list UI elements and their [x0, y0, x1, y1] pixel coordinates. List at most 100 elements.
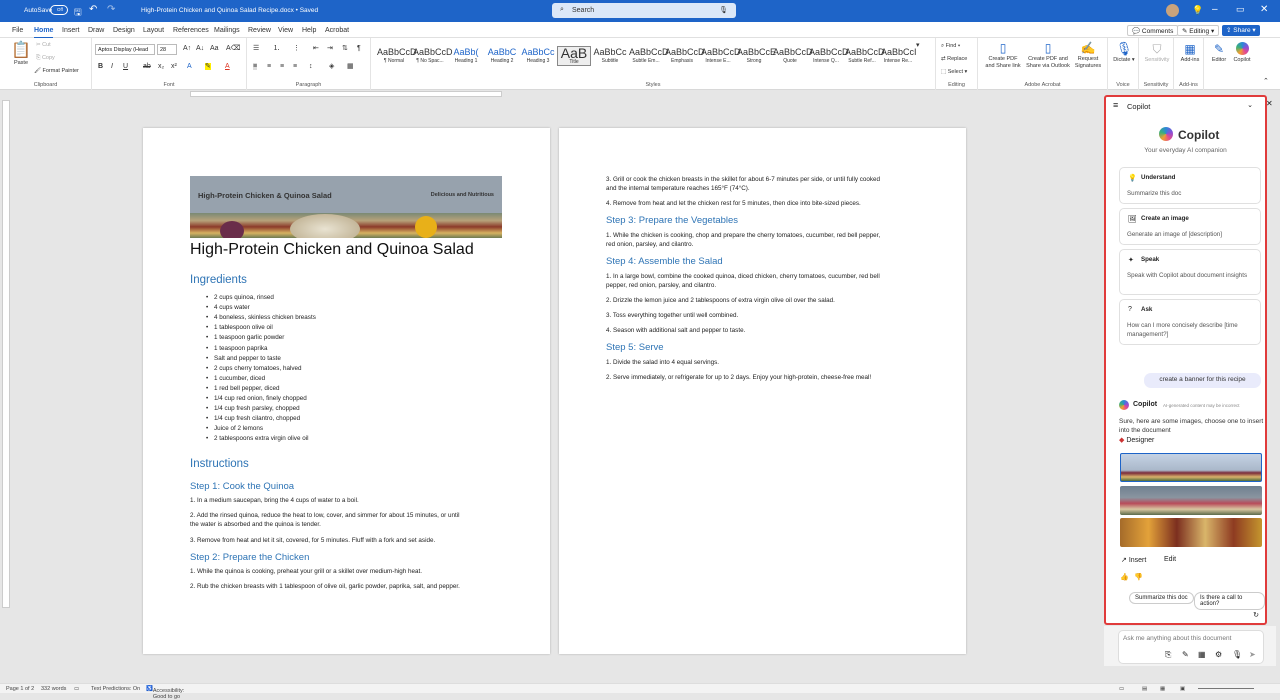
show-marks-icon[interactable]: ¶ — [357, 45, 361, 52]
thumbs-up-icon[interactable]: 👍 — [1120, 573, 1129, 581]
numbering-icon[interactable]: ⒈ — [273, 45, 280, 52]
sensitivity-button[interactable]: ⛉ Sensitivity — [1142, 41, 1172, 64]
prompt-icon[interactable]: ✎ — [1182, 650, 1189, 659]
collapse-ribbon-icon[interactable]: ⌃ — [1263, 78, 1269, 85]
tab-file[interactable]: File — [12, 27, 23, 34]
format-painter-button[interactable]: 🖌 Format Painter — [34, 68, 79, 75]
copy-button[interactable]: ⎘ Copy — [36, 55, 55, 62]
style-9[interactable]: AaBbCcD Emphasis — [665, 46, 705, 64]
change-case-icon[interactable]: Aa — [210, 45, 219, 52]
zoom-slider[interactable] — [1198, 688, 1254, 689]
close-icon[interactable]: ✕ — [1260, 4, 1268, 15]
tab-view[interactable]: View — [278, 27, 293, 34]
align-center-icon[interactable]: ≡ — [267, 63, 271, 70]
font-color-icon[interactable]: A — [225, 63, 230, 70]
decrease-indent-icon[interactable]: ⇤ — [313, 45, 319, 52]
align-right-icon[interactable]: ≡ — [280, 63, 284, 70]
shading-icon[interactable]: ◈ — [329, 63, 334, 70]
tools-icon[interactable]: ⚙ — [1215, 650, 1222, 659]
editing-mode-button[interactable]: ✎ Editing ▾ — [1177, 25, 1220, 36]
style-10[interactable]: AaBbCcD Intense E... — [701, 46, 741, 64]
understand-card[interactable]: 💡 Understand Summarize this doc — [1119, 167, 1261, 204]
font-name-select[interactable]: Aptos Display (Head — [95, 44, 155, 55]
grid-icon[interactable]: ▦ — [1198, 650, 1206, 659]
search-box[interactable]: ⌕ Search 🎙 — [552, 3, 736, 18]
banner-image[interactable]: High-Protein Chicken & Quinoa Salad Deli… — [190, 176, 502, 238]
read-mode-icon[interactable]: ▤ — [1142, 686, 1147, 692]
print-layout-icon[interactable]: ▦ — [1160, 686, 1165, 692]
style-5[interactable]: AaBbCc Heading 3 — [521, 46, 555, 64]
word-count[interactable]: 332 words — [41, 686, 66, 692]
redo-icon[interactable]: ↷ — [107, 4, 115, 15]
microphone-icon[interactable]: 🎙 — [719, 6, 728, 14]
share-button[interactable]: ⇪ Share ▾ — [1222, 25, 1260, 36]
style-8[interactable]: AaBbCcD Subtle Em... — [629, 46, 669, 64]
cut-button[interactable]: ✂ Cut — [36, 42, 51, 49]
chevron-down-icon[interactable]: ⌄ — [1247, 101, 1253, 109]
undo-icon[interactable]: ↶ — [89, 4, 97, 15]
multilevel-list-icon[interactable]: ⋮ — [293, 45, 300, 52]
styles-more-icon[interactable]: ▾ — [916, 42, 920, 49]
maximize-icon[interactable]: ▭ — [1236, 4, 1245, 15]
tab-mailings[interactable]: Mailings — [214, 27, 240, 34]
vertical-ruler[interactable] — [2, 100, 10, 608]
justify-icon[interactable]: ≡ — [293, 63, 297, 70]
bullets-icon[interactable]: ☰ — [253, 45, 259, 52]
grow-font-icon[interactable]: A↑ — [183, 45, 191, 52]
tab-draw[interactable]: Draw — [88, 27, 104, 34]
text-predictions[interactable]: Text Predictions: On — [91, 686, 140, 692]
suggestion-summarize[interactable]: Summarize this doc — [1129, 592, 1194, 604]
focus-icon[interactable]: ▭ — [1119, 686, 1124, 692]
style-11[interactable]: AaBbCcE Strong — [737, 46, 776, 64]
banner-option-1[interactable] — [1120, 453, 1262, 482]
editor-button[interactable]: ✎ Editor — [1208, 41, 1230, 64]
thumbs-down-icon[interactable]: 👎 — [1134, 573, 1143, 581]
proofing-icon[interactable]: ▭ — [74, 686, 79, 692]
microphone-icon[interactable]: 🎙 — [1232, 650, 1242, 659]
style-6[interactable]: AaB Title — [557, 46, 591, 66]
tab-acrobat[interactable]: Acrobat — [325, 27, 349, 34]
avatar[interactable] — [1166, 4, 1179, 17]
add-ins-button[interactable]: ▦ Add-ins — [1177, 41, 1203, 64]
attach-icon[interactable]: ⎘ — [1165, 650, 1171, 660]
font-size-select[interactable]: 28 — [157, 44, 177, 55]
autosave-toggle[interactable]: Off — [50, 5, 68, 15]
replace-button[interactable]: ⇄ Replace — [941, 56, 967, 63]
increase-indent-icon[interactable]: ⇥ — [327, 45, 333, 52]
underline-icon[interactable]: U — [123, 63, 128, 70]
clear-formatting-icon[interactable]: A⌫ — [226, 45, 241, 52]
highlight-icon[interactable]: ✎ — [205, 63, 211, 70]
line-spacing-icon[interactable]: ↕ — [309, 63, 313, 70]
lightbulb-icon[interactable]: 💡 — [1192, 5, 1203, 16]
tab-home[interactable]: Home — [34, 27, 54, 39]
tab-references[interactable]: References — [173, 27, 209, 34]
create-pdf-outlook-button[interactable]: ▯ Create PDF and Share via Outlook — [1026, 41, 1070, 70]
style-3[interactable]: AaBb(Heading 1 — [449, 46, 483, 64]
style-1[interactable]: AaBbCcD ¶ Normal — [377, 46, 417, 64]
tab-design[interactable]: Design — [113, 27, 135, 34]
style-13[interactable]: AaBbCcD Intense Q... — [809, 46, 849, 64]
style-2[interactable]: AaBbCcD ¶ No Spac... — [413, 46, 453, 64]
comments-button[interactable]: 💬 Comments — [1127, 25, 1179, 36]
banner-option-3[interactable] — [1120, 518, 1262, 547]
tab-layout[interactable]: Layout — [143, 27, 164, 34]
copilot-ribbon-button[interactable]: Copilot — [1230, 41, 1254, 64]
edit-button[interactable]: Edit — [1164, 556, 1176, 563]
menu-icon[interactable]: ≡ — [1113, 100, 1118, 110]
suggestion-call-to-action[interactable]: Is there a call to action? — [1194, 592, 1265, 610]
subscript-icon[interactable]: x₂ — [158, 63, 164, 70]
create-pdf-share-link-button[interactable]: ▯ Create PDF and Share link — [984, 41, 1022, 70]
select-button[interactable]: ⬚ Select ▾ — [941, 69, 967, 76]
style-4[interactable]: AaBbC Heading 2 — [485, 46, 519, 64]
speak-card[interactable]: ✦ Speak Speak with Copilot about document … — [1119, 249, 1261, 295]
banner-option-2[interactable] — [1120, 486, 1262, 515]
save-icon[interactable]: 🖫 — [74, 5, 82, 21]
italic-icon[interactable]: I — [111, 63, 113, 70]
request-signatures-button[interactable]: ✍ Request Signatures — [1072, 41, 1104, 70]
web-layout-icon[interactable]: ▣ — [1180, 686, 1185, 692]
accessibility-status[interactable]: ♿ Accessibility: Good to go — [146, 686, 184, 700]
style-12[interactable]: AaBbCcD Quote — [773, 46, 813, 64]
send-icon[interactable]: ➤ — [1249, 650, 1256, 659]
style-14[interactable]: AaBbCcD Subtle Ref... — [845, 46, 885, 64]
dictate-button[interactable]: 🎙 Dictate ▾ — [1112, 41, 1136, 64]
